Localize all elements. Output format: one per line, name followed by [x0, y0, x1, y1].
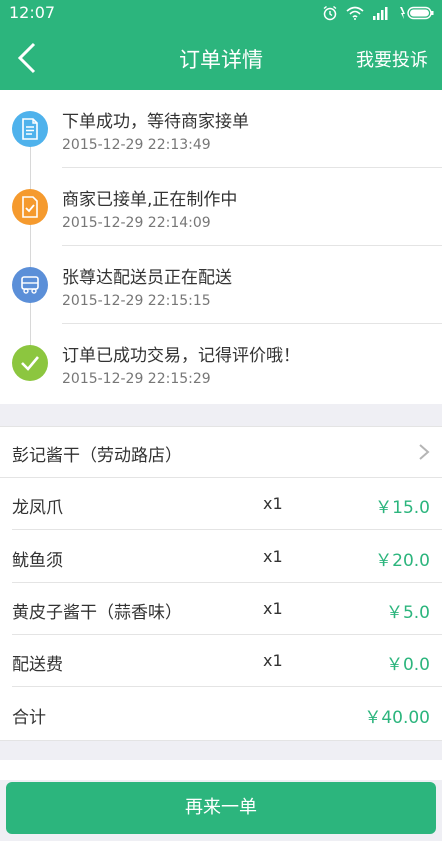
truck-icon	[21, 276, 39, 294]
order-item-row: 黄皮子酱干（蒜香味） x1 ￥5.0	[0, 583, 442, 635]
timeline-time: 2015-12-29 22:15:29	[62, 371, 211, 387]
document-icon	[22, 118, 38, 140]
shop-row[interactable]: 彭记酱干（劳动路店）	[0, 427, 442, 478]
total-row: 合计 ￥40.00	[0, 688, 442, 741]
order-card: 彭记酱干（劳动路店） 龙凤爪 x1 ￥15.0 鱿鱼须 x1 ￥20.0 黄皮子…	[0, 426, 442, 741]
order-status-timeline: 下单成功，等待商家接单 2015-12-29 22:13:49 商家已接单,正在…	[0, 90, 442, 404]
complain-button[interactable]: 我要投诉	[356, 46, 428, 72]
timeline-title: 订单已成功交易，记得评价哦！	[62, 346, 300, 366]
timeline-time: 2015-12-29 22:13:49	[62, 137, 211, 153]
timeline-item: 下单成功，等待商家接单 2015-12-29 22:13:49	[0, 90, 442, 168]
item-name: 鱿鱼须	[12, 551, 63, 571]
item-qty: x1	[263, 494, 283, 513]
reorder-button[interactable]: 再来一单	[6, 782, 436, 834]
timeline-time: 2015-12-29 22:14:09	[62, 215, 211, 231]
timeline-time: 2015-12-29 22:15:15	[62, 293, 211, 309]
status-time: 12:07	[9, 3, 56, 22]
status-icon-wrap	[12, 189, 48, 225]
divider	[12, 686, 442, 687]
timeline-title: 下单成功，等待商家接单	[62, 112, 249, 132]
timeline-item: 订单已成功交易，记得评价哦！ 2015-12-29 22:15:29	[0, 324, 442, 402]
checkmark-icon	[21, 356, 39, 371]
divider	[12, 529, 442, 530]
status-bar: 12:07	[0, 0, 442, 26]
status-icon-wrap	[12, 267, 48, 303]
timeline-title: 商家已接单,正在制作中	[62, 190, 238, 210]
timeline-item: 张尊达配送员正在配送 2015-12-29 22:15:15	[0, 246, 442, 324]
order-item-row: 配送费 x1 ￥0.0	[0, 635, 442, 687]
item-qty: x1	[263, 547, 283, 566]
item-price: ￥0.0	[385, 655, 430, 675]
item-name: 配送费	[12, 655, 63, 675]
item-price: ￥5.0	[385, 603, 430, 623]
status-icon-wrap	[12, 111, 48, 147]
status-icons	[322, 5, 434, 21]
item-price: ￥15.0	[375, 498, 430, 518]
status-icon-wrap	[12, 345, 48, 381]
item-qty: x1	[263, 651, 283, 670]
clipboard-check-icon	[22, 196, 38, 218]
shop-name: 彭记酱干（劳动路店）	[12, 446, 182, 466]
title-bar: 订单详情 我要投诉	[0, 26, 442, 90]
total-value: ￥40.00	[364, 708, 430, 728]
alarm-icon	[323, 5, 337, 21]
timeline-title: 张尊达配送员正在配送	[62, 268, 232, 288]
item-name: 龙凤爪	[12, 498, 63, 518]
info-card-edge	[0, 760, 442, 780]
timeline-item: 商家已接单,正在制作中 2015-12-29 22:14:09	[0, 168, 442, 246]
wifi-icon	[346, 6, 364, 20]
item-qty: x1	[263, 599, 283, 618]
battery-icon	[400, 6, 434, 20]
total-label: 合计	[12, 708, 46, 728]
app-screen: 12:07 订单详情 我要投诉 下单成功，等待商家接单 2015-12-29 2…	[0, 0, 442, 841]
item-name: 黄皮子酱干（蒜香味）	[12, 603, 182, 623]
order-item-row: 龙凤爪 x1 ￥15.0	[0, 478, 442, 530]
signal-icon	[373, 7, 388, 20]
item-price: ￥20.0	[375, 551, 430, 571]
order-item-row: 鱿鱼须 x1 ￥20.0	[0, 531, 442, 583]
chevron-right-icon	[419, 444, 430, 460]
